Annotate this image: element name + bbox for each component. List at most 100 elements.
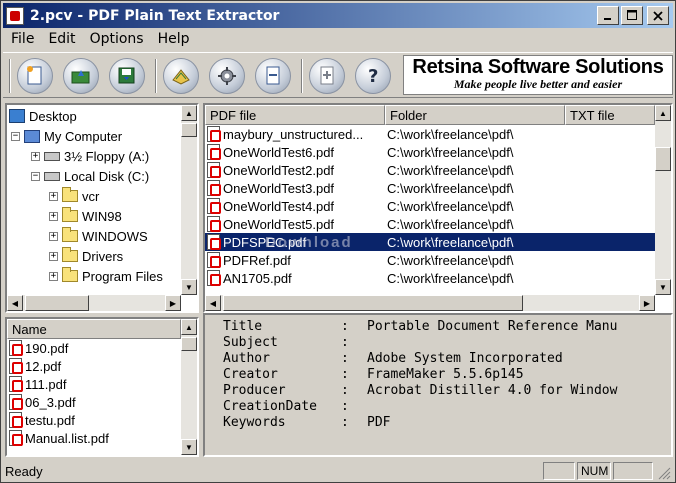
collapse-icon[interactable]: −: [11, 131, 20, 141]
cell-folder: C:\work\freelance\pdf\: [387, 216, 514, 232]
tree-item-program-files[interactable]: + Program Files: [49, 266, 163, 286]
add-button[interactable]: [309, 58, 345, 94]
table-row[interactable]: OneWorldTest2.pdf C:\work\freelance\pdf\: [205, 161, 655, 179]
property-row: Title: Portable Document Reference Manu: [223, 319, 617, 335]
property-separator: :: [341, 319, 349, 334]
tree-item-windows[interactable]: + WINDOWS: [49, 226, 148, 246]
property-value: FrameMaker 5.5.6p145: [367, 367, 524, 382]
file-list[interactable]: Name 190.pdf 12.pdf 111.pdf 06_3.pdf tes…: [5, 317, 199, 457]
folder-tree[interactable]: Desktop − My Computer + 3½ Floppy (A:) −…: [5, 103, 199, 313]
menu-file[interactable]: File: [3, 30, 40, 50]
scroll-up-arrow-icon[interactable]: ▲: [655, 105, 671, 121]
remove-button[interactable]: [255, 58, 291, 94]
tree-horizontal-scrollbar[interactable]: ◀ ▶: [7, 295, 181, 311]
property-separator: :: [341, 367, 349, 382]
extract-button[interactable]: [163, 58, 199, 94]
scroll-down-arrow-icon[interactable]: ▼: [181, 279, 197, 295]
menu-options[interactable]: Options: [82, 30, 150, 50]
table-row[interactable]: OneWorldTest6.pdf C:\work\freelance\pdf\: [205, 143, 655, 161]
title-bar[interactable]: 2.pcv - PDF Plain Text Extractor: [3, 3, 673, 28]
table-row[interactable]: OneWorldTest3.pdf C:\work\freelance\pdf\: [205, 179, 655, 197]
expand-icon[interactable]: +: [49, 271, 58, 281]
scroll-thumb[interactable]: [655, 147, 671, 171]
minimize-button[interactable]: [597, 6, 619, 25]
scroll-right-arrow-icon[interactable]: ▶: [639, 295, 655, 311]
table-row-selected[interactable]: PDFSPEC.pdf C:\work\freelance\pdf\: [205, 233, 655, 251]
property-key: Author: [223, 351, 270, 366]
tree-item-local-disk[interactable]: − Local Disk (C:): [31, 166, 149, 186]
scroll-left-arrow-icon[interactable]: ◀: [7, 295, 23, 311]
expand-icon[interactable]: +: [49, 191, 58, 201]
scroll-up-arrow-icon[interactable]: ▲: [181, 319, 197, 335]
file-list-scrollbar[interactable]: ▲ ▼: [181, 319, 197, 455]
cell-folder: C:\work\freelance\pdf\: [387, 180, 514, 196]
table-row[interactable]: OneWorldTest4.pdf C:\work\freelance\pdf\: [205, 197, 655, 215]
scroll-up-arrow-icon[interactable]: ▲: [181, 105, 197, 121]
desktop-icon: [9, 109, 25, 123]
tree-item-desktop[interactable]: Desktop: [9, 106, 77, 126]
scroll-down-arrow-icon[interactable]: ▼: [655, 279, 671, 295]
scroll-down-arrow-icon[interactable]: ▼: [181, 439, 197, 455]
table-row[interactable]: AN1705.pdf C:\work\freelance\pdf\: [205, 269, 655, 287]
expand-icon[interactable]: +: [49, 231, 58, 241]
table-row[interactable]: PDFRef.pdf C:\work\freelance\pdf\: [205, 251, 655, 269]
folder-icon: [62, 267, 78, 282]
pdf-file-icon: [207, 252, 221, 268]
pdf-file-icon: [207, 216, 221, 232]
app-icon[interactable]: [6, 6, 24, 25]
settings-button[interactable]: [209, 58, 245, 94]
scroll-thumb[interactable]: [181, 337, 197, 351]
list-item[interactable]: 190.pdf: [9, 339, 109, 357]
cell-pdf-file: OneWorldTest3.pdf: [223, 180, 335, 196]
expand-icon[interactable]: +: [49, 251, 58, 261]
list-item[interactable]: 06_3.pdf: [9, 393, 109, 411]
tree-item-drivers[interactable]: + Drivers: [49, 246, 123, 266]
tree-item-label: Local Disk (C:): [64, 168, 150, 184]
list-item[interactable]: testu.pdf: [9, 411, 109, 429]
table-row[interactable]: maybury_unstructured... C:\work\freelance…: [205, 125, 655, 143]
close-button[interactable]: [647, 6, 669, 25]
tree-item-floppy[interactable]: + 3½ Floppy (A:): [31, 146, 149, 166]
expand-icon[interactable]: +: [49, 211, 58, 221]
column-header-folder[interactable]: Folder: [385, 105, 565, 125]
folder-icon: [62, 247, 78, 262]
tree-item-win98[interactable]: + WIN98: [49, 206, 122, 226]
pdf-file-icon: [9, 394, 23, 410]
brand-tagline: Make people live better and easier: [453, 77, 623, 91]
resize-grip-icon[interactable]: [657, 466, 671, 480]
menu-bar: File Edit Options Help: [3, 30, 196, 50]
new-button[interactable]: [17, 58, 53, 94]
list-item[interactable]: Manual.list.pdf: [9, 429, 109, 447]
cell-folder: C:\work\freelance\pdf\: [387, 270, 514, 286]
menu-edit[interactable]: Edit: [40, 30, 81, 50]
scroll-thumb[interactable]: [181, 123, 197, 137]
list-item[interactable]: 12.pdf: [9, 357, 109, 375]
property-row: Author: Adobe System Incorporated: [223, 351, 617, 367]
help-button[interactable]: ?: [355, 58, 391, 94]
pdf-file-icon: [207, 180, 221, 196]
scroll-left-arrow-icon[interactable]: ◀: [205, 295, 221, 311]
column-header-name[interactable]: Name: [7, 319, 181, 339]
expand-icon[interactable]: +: [31, 151, 40, 161]
save-button[interactable]: [109, 58, 145, 94]
column-header-txt-file[interactable]: TXT file: [565, 105, 655, 125]
menu-help[interactable]: Help: [150, 30, 196, 50]
tree-item-my-computer[interactable]: − My Computer: [11, 126, 122, 146]
tree-vertical-scrollbar[interactable]: ▲ ▼: [181, 105, 197, 295]
property-row: Producer: Acrobat Distiller 4.0 for Windo…: [223, 383, 617, 399]
pdf-list[interactable]: PDF file Folder TXT file maybury_unstruc…: [203, 103, 673, 313]
tree-item-vcr[interactable]: + vcr: [49, 186, 99, 206]
open-button[interactable]: [63, 58, 99, 94]
pdf-list-vertical-scrollbar[interactable]: ▲ ▼: [655, 105, 671, 295]
column-header-pdf-file[interactable]: PDF file: [205, 105, 385, 125]
scroll-right-arrow-icon[interactable]: ▶: [165, 295, 181, 311]
scroll-thumb[interactable]: [223, 295, 523, 311]
list-item[interactable]: 111.pdf: [9, 375, 109, 393]
maximize-button[interactable]: [621, 6, 643, 25]
file-name: 12.pdf: [25, 358, 62, 374]
table-row[interactable]: OneWorldTest5.pdf C:\work\freelance\pdf\: [205, 215, 655, 233]
scroll-thumb[interactable]: [25, 295, 89, 311]
collapse-icon[interactable]: −: [31, 171, 40, 181]
property-value: Adobe System Incorporated: [367, 351, 563, 366]
pdf-list-horizontal-scrollbar[interactable]: ◀ ▶: [205, 295, 655, 311]
